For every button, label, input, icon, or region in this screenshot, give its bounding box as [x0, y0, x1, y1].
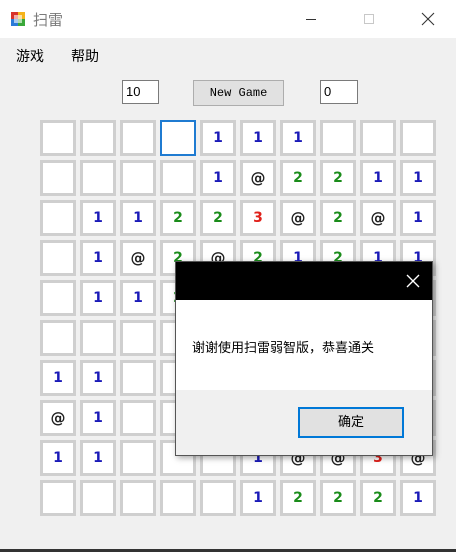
grid-cell[interactable]: 1	[80, 200, 116, 236]
grid-cell[interactable]: 2	[360, 480, 396, 516]
mine-cell[interactable]: @	[360, 200, 396, 236]
grid-cell[interactable]: 2	[320, 160, 356, 196]
grid-cell[interactable]	[120, 360, 156, 396]
grid-cell[interactable]	[40, 200, 76, 236]
timer-field[interactable]: 0	[320, 80, 358, 104]
grid-cell[interactable]	[320, 120, 356, 156]
grid-cell[interactable]: 1	[40, 360, 76, 396]
minesweeper-app-icon	[11, 12, 25, 26]
grid-cell[interactable]	[80, 480, 116, 516]
minesweeper-window: 扫雷 游戏 帮助 10 New Game 0 1 1 1 1 @2 2 1 1 1 1 2 2 3 @2 @…	[0, 0, 456, 552]
grid-cell[interactable]	[120, 160, 156, 196]
grid-cell[interactable]	[360, 120, 396, 156]
dialog-title-bar	[176, 262, 432, 300]
grid-cell[interactable]: 1	[120, 280, 156, 316]
close-icon	[421, 12, 435, 26]
grid-cell[interactable]: 2	[280, 160, 316, 196]
grid-cell[interactable]	[40, 240, 76, 276]
grid-cell[interactable]: 1	[400, 200, 436, 236]
grid-cell[interactable]: 2	[280, 480, 316, 516]
menu-bar: 游戏 帮助	[0, 38, 456, 71]
minimize-button[interactable]	[288, 0, 334, 38]
mine-cell[interactable]: @	[240, 160, 276, 196]
close-icon	[406, 274, 420, 288]
mine-cell[interactable]: @	[280, 200, 316, 236]
grid-cell[interactable]: 1	[80, 360, 116, 396]
title-bar: 扫雷	[0, 0, 456, 38]
grid-cell[interactable]: 1	[40, 440, 76, 476]
grid-cell[interactable]	[40, 320, 76, 356]
grid-cell[interactable]: 1	[280, 120, 316, 156]
grid-cell[interactable]	[80, 160, 116, 196]
grid-cell[interactable]: 2	[320, 480, 356, 516]
grid-cell[interactable]	[40, 160, 76, 196]
minimize-icon	[306, 19, 316, 20]
grid-cell[interactable]	[200, 480, 236, 516]
congrats-dialog: 谢谢使用扫雷弱智版，恭喜通关 确定	[175, 261, 433, 456]
grid-cell[interactable]: 2	[200, 200, 236, 236]
grid-cell[interactable]	[120, 120, 156, 156]
grid-cell[interactable]: 1	[80, 400, 116, 436]
maximize-button[interactable]	[346, 0, 392, 38]
grid-cell[interactable]: 1	[360, 160, 396, 196]
grid-cell[interactable]: 2	[160, 200, 196, 236]
grid-cell[interactable]: 1	[240, 480, 276, 516]
grid-cell[interactable]: 1	[80, 240, 116, 276]
grid-cell[interactable]	[120, 320, 156, 356]
menu-help[interactable]: 帮助	[71, 46, 99, 66]
new-game-button[interactable]: New Game	[193, 80, 284, 106]
window-title: 扫雷	[33, 11, 64, 29]
grid-cell[interactable]: 1	[80, 440, 116, 476]
dialog-message: 谢谢使用扫雷弱智版，恭喜通关	[192, 341, 375, 356]
grid-cell[interactable]	[120, 400, 156, 436]
grid-cell[interactable]: 1	[80, 280, 116, 316]
grid-cell[interactable]	[160, 160, 196, 196]
grid-cell[interactable]: 3	[240, 200, 276, 236]
grid-cell[interactable]	[80, 320, 116, 356]
grid-cell[interactable]	[40, 120, 76, 156]
grid-cell[interactable]	[80, 120, 116, 156]
grid-cell[interactable]: 1	[120, 200, 156, 236]
grid-cell[interactable]	[160, 120, 196, 156]
grid-cell[interactable]: 1	[400, 480, 436, 516]
grid-cell[interactable]	[40, 480, 76, 516]
ok-button[interactable]: 确定	[298, 407, 404, 438]
grid-cell[interactable]: 2	[320, 200, 356, 236]
mine-count-field[interactable]: 10	[122, 80, 159, 104]
grid-cell[interactable]	[40, 280, 76, 316]
menu-game[interactable]: 游戏	[16, 46, 44, 66]
dialog-footer: 确定	[176, 390, 432, 455]
grid-cell[interactable]: 1	[200, 160, 236, 196]
grid-cell[interactable]: 1	[200, 120, 236, 156]
mine-cell[interactable]: @	[40, 400, 76, 436]
close-button[interactable]	[405, 0, 451, 38]
grid-cell[interactable]: 1	[240, 120, 276, 156]
grid-cell[interactable]	[160, 480, 196, 516]
grid-cell[interactable]	[400, 120, 436, 156]
dialog-close-button[interactable]	[394, 262, 432, 300]
grid-cell[interactable]	[120, 480, 156, 516]
grid-cell[interactable]: 1	[400, 160, 436, 196]
mine-cell[interactable]: @	[120, 240, 156, 276]
grid-cell[interactable]	[120, 440, 156, 476]
maximize-icon	[364, 14, 374, 24]
